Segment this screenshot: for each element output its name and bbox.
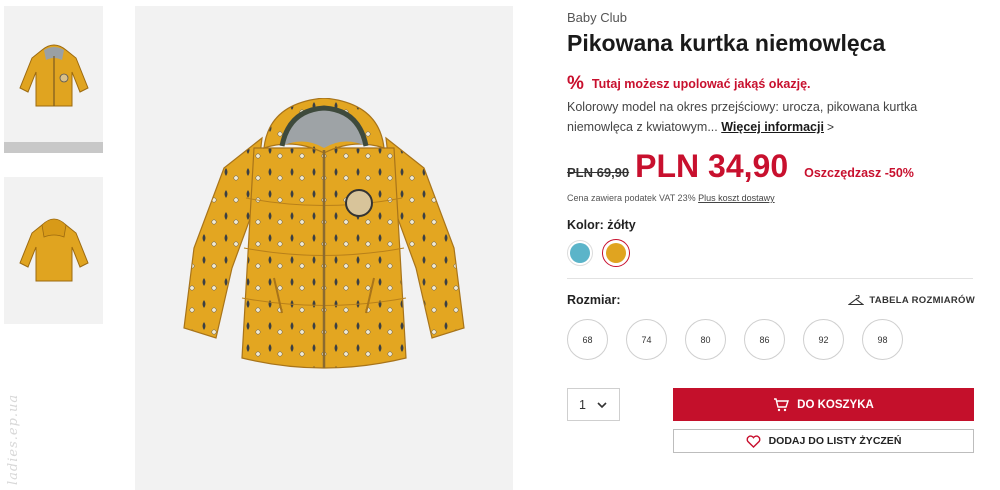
quantity-value: 1 <box>579 397 586 412</box>
size-option-86[interactable]: 86 <box>744 319 785 360</box>
old-price: PLN 69,90 <box>567 165 630 180</box>
thumbnail-back[interactable] <box>4 177 103 324</box>
size-label: Rozmiar: <box>567 293 621 307</box>
brand-name[interactable]: Baby Club <box>567 10 627 25</box>
size-options: 68 74 80 86 92 98 <box>567 319 903 360</box>
jacket-back-thumbnail-image <box>18 218 89 281</box>
cart-icon <box>774 397 790 411</box>
promo-banner: % Tutaj możesz upolować jakąś okazję. <box>567 74 811 93</box>
thumbnail-active-indicator <box>4 142 103 153</box>
size-option-68[interactable]: 68 <box>567 319 608 360</box>
swatch-fill <box>570 243 590 263</box>
quantity-select[interactable]: 1 <box>567 388 620 421</box>
size-chart-link[interactable]: TABELA ROZMIARÓW <box>848 295 975 306</box>
thumbnail-front[interactable] <box>4 6 103 146</box>
add-to-wishlist-label: DODAJ DO LISTY ŻYCZEŃ <box>768 435 902 447</box>
price-row: PLN 69,90 PLN 34,90 Oszczędzasz -50% <box>567 148 914 185</box>
vat-note: Cena zawiera podatek VAT 23% Plus koszt … <box>567 193 775 203</box>
promo-text: Tutaj możesz upolować jakąś okazję. <box>591 76 811 91</box>
more-info-link[interactable]: Więcej informacji <box>721 120 824 134</box>
jacket-image <box>183 98 465 369</box>
chevron-right-icon: > <box>826 120 834 134</box>
color-label: Kolor: żółty <box>567 218 636 232</box>
add-to-wishlist-button[interactable]: DODAJ DO LISTY ŻYCZEŃ <box>673 429 974 453</box>
main-product-image[interactable] <box>135 6 513 490</box>
size-option-98[interactable]: 98 <box>862 319 903 360</box>
product-title: Pikowana kurtka niemowlęca <box>567 30 886 56</box>
watermark: ladies.ep.ua <box>6 393 21 485</box>
add-to-cart-button[interactable]: DO KOSZYKA <box>673 388 974 421</box>
percent-icon: % <box>567 73 584 94</box>
savings-badge: Oszczędzasz -50% <box>804 166 914 180</box>
color-swatch-yellow[interactable] <box>602 239 630 267</box>
add-to-cart-label: DO KOSZYKA <box>797 398 874 411</box>
product-description: Kolorowy model na okres przejściowy: uro… <box>567 97 975 137</box>
size-chart-label: TABELA ROZMIARÓW <box>869 295 975 306</box>
size-option-80[interactable]: 80 <box>685 319 726 360</box>
current-price: PLN 34,90 <box>635 148 789 184</box>
heart-icon <box>746 434 761 448</box>
shipping-cost-link[interactable]: Plus koszt dostawy <box>698 193 775 203</box>
swatch-fill <box>606 243 626 263</box>
color-swatch-blue[interactable] <box>567 240 593 266</box>
vat-text: Cena zawiera podatek VAT 23% <box>567 193 696 203</box>
chevron-down-icon <box>597 401 607 408</box>
jacket-thumbnail-image <box>18 44 89 107</box>
size-option-92[interactable]: 92 <box>803 319 844 360</box>
size-option-74[interactable]: 74 <box>626 319 667 360</box>
divider <box>567 278 973 279</box>
hanger-icon <box>848 295 865 306</box>
